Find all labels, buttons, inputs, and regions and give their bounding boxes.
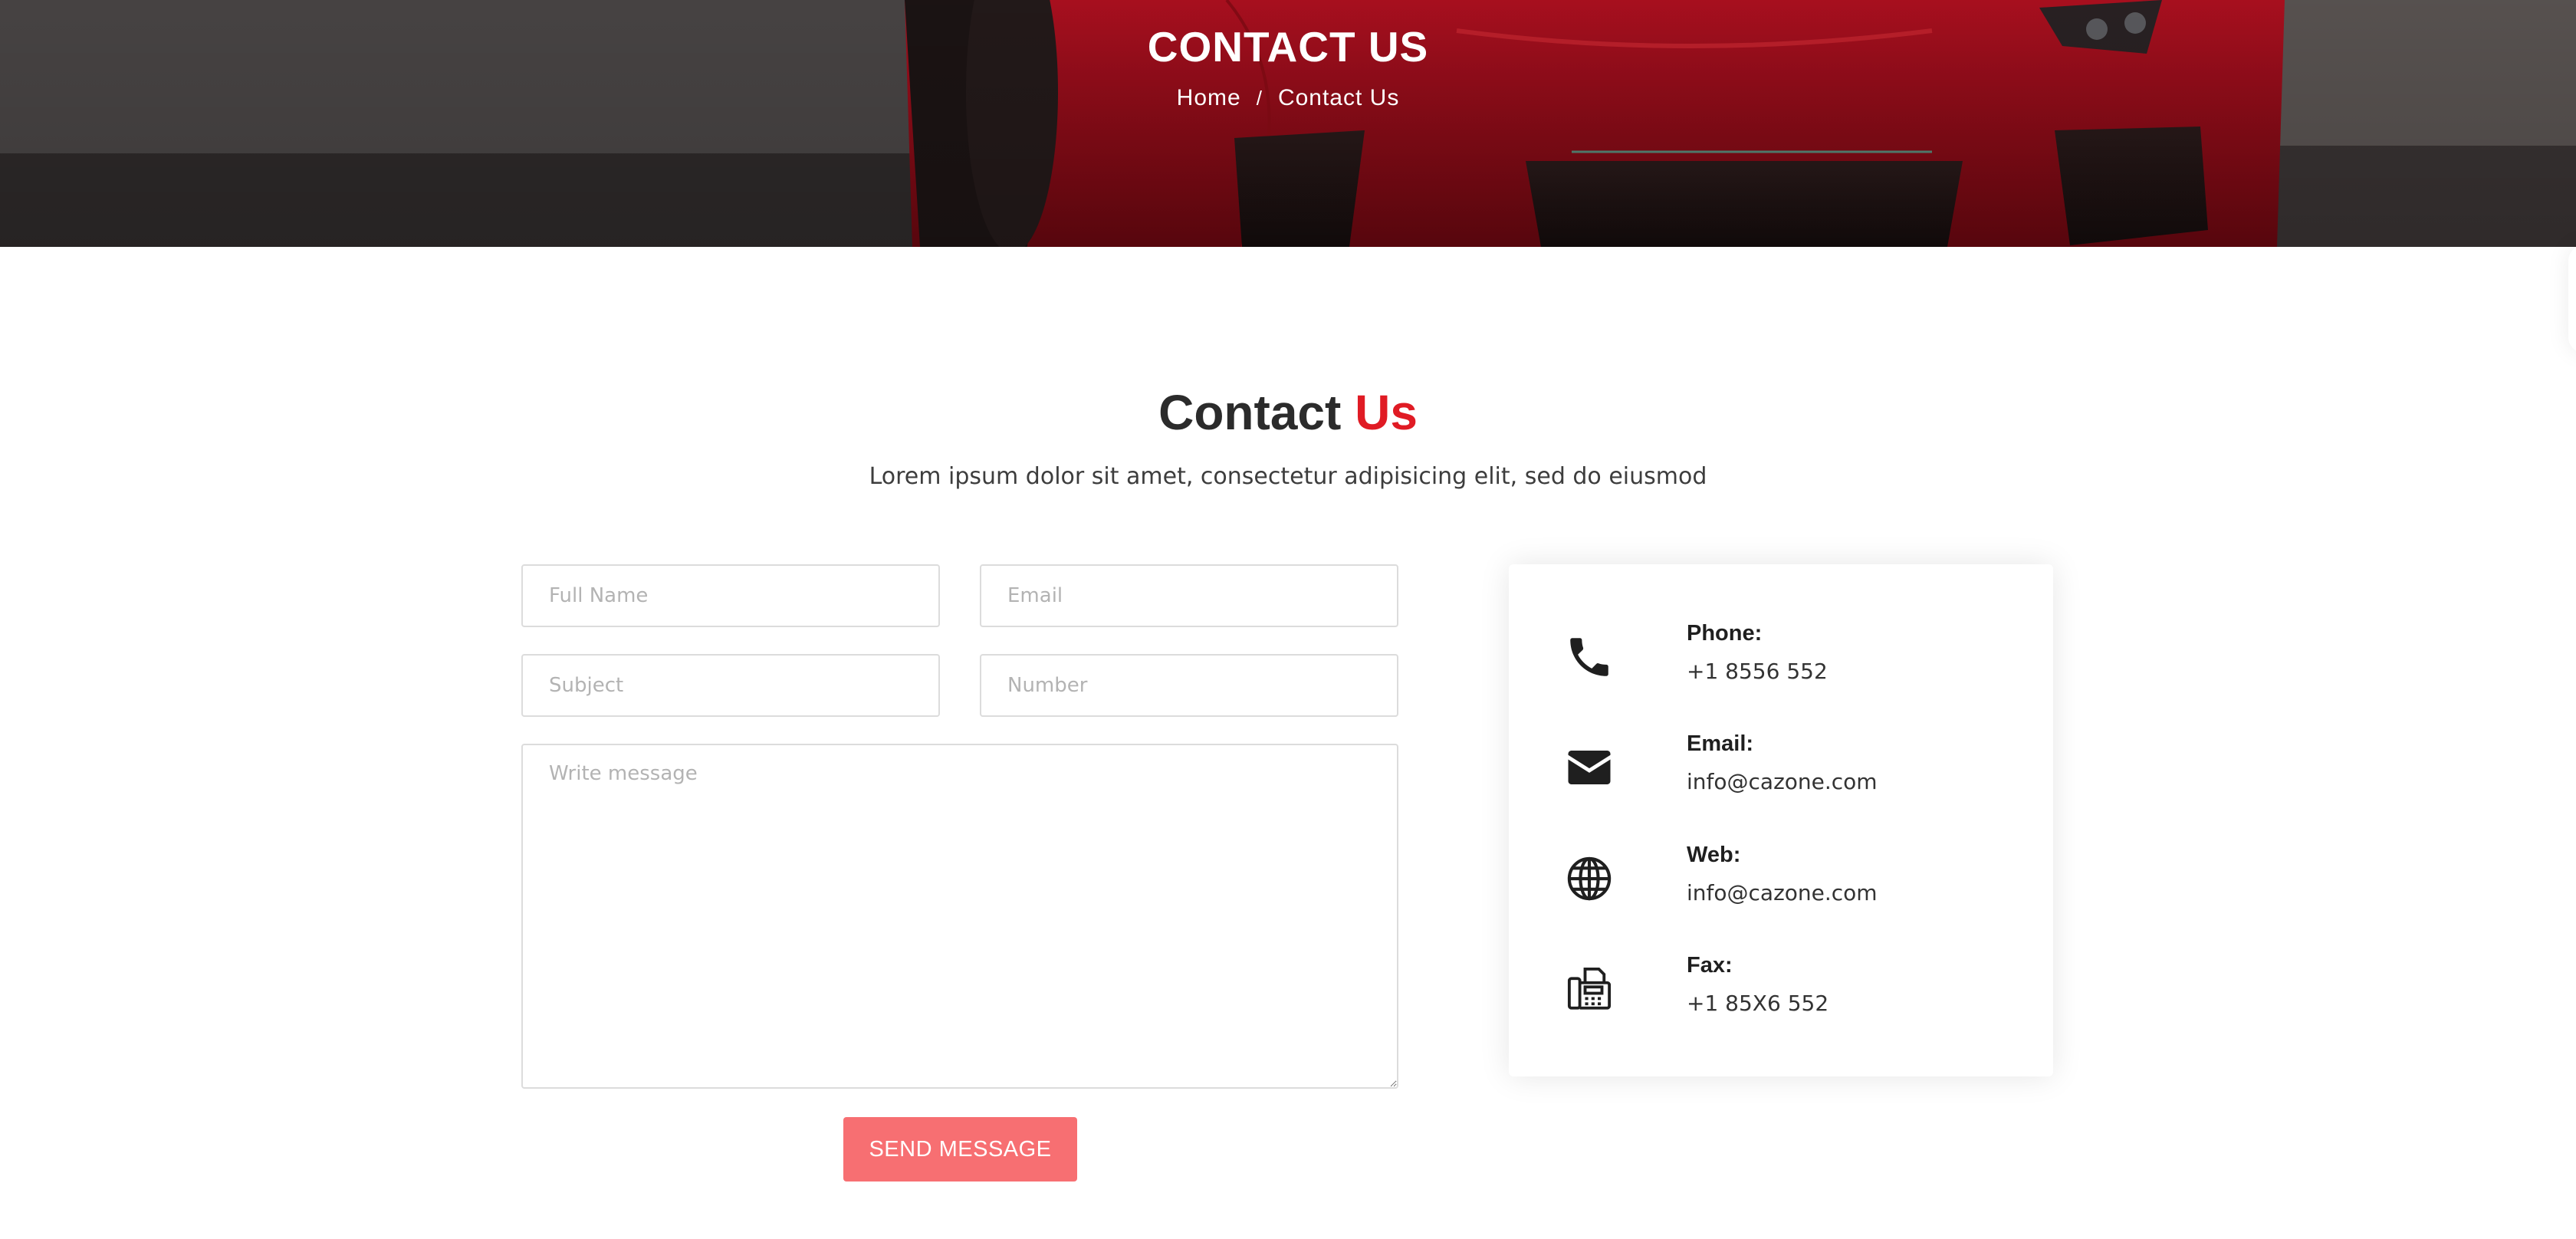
email-input[interactable] (980, 564, 1398, 627)
fax-value: +1 85X6 552 (1687, 991, 1829, 1016)
section-subtitle: Lorem ipsum dolor sit amet, consectetur … (869, 463, 1707, 490)
contact-info-card: Phone: +1 8556 552 Email: info@cazone.co… (1509, 564, 2053, 1076)
phone-icon (1564, 632, 1615, 682)
number-input[interactable] (980, 654, 1398, 717)
fax-icon (1564, 964, 1615, 1014)
phone-label: Phone: (1687, 621, 1763, 646)
web-label: Web: (1687, 843, 1741, 867)
globe-icon (1564, 853, 1615, 904)
message-textarea[interactable] (521, 744, 1398, 1089)
email-value: info@cazone.com (1687, 769, 1878, 794)
phone-value: +1 8556 552 (1687, 659, 1828, 684)
section-title-accent: Us (1355, 385, 1418, 440)
hero-title: CONTACT US (1147, 23, 1429, 71)
send-message-button[interactable]: SEND MESSAGE (843, 1117, 1077, 1181)
breadcrumb: Home / Contact Us (0, 83, 2576, 113)
envelope-icon (1564, 742, 1615, 793)
subject-input[interactable] (521, 654, 940, 717)
contact-info-phone: Phone: +1 8556 552 (1564, 616, 2024, 701)
breadcrumb-home-link[interactable]: Home (1177, 85, 1241, 110)
web-value: info@cazone.com (1687, 880, 1878, 905)
full-name-input[interactable] (521, 564, 940, 627)
breadcrumb-separator: / (1256, 87, 1263, 110)
email-label: Email: (1687, 731, 1754, 756)
contact-info-web: Web: info@cazone.com (1564, 838, 2024, 922)
contact-info-fax: Fax: +1 85X6 552 (1564, 948, 2024, 1033)
hero-banner: CONTACT US Home / Contact Us (0, 0, 2576, 247)
scroll-edge (2568, 245, 2576, 353)
contact-info-email: Email: info@cazone.com (1564, 727, 2024, 811)
section-title: Contact Us (0, 382, 2576, 443)
breadcrumb-current: Contact Us (1277, 85, 1400, 110)
section-title-main: Contact (1158, 385, 1342, 440)
fax-label: Fax: (1687, 953, 1733, 978)
